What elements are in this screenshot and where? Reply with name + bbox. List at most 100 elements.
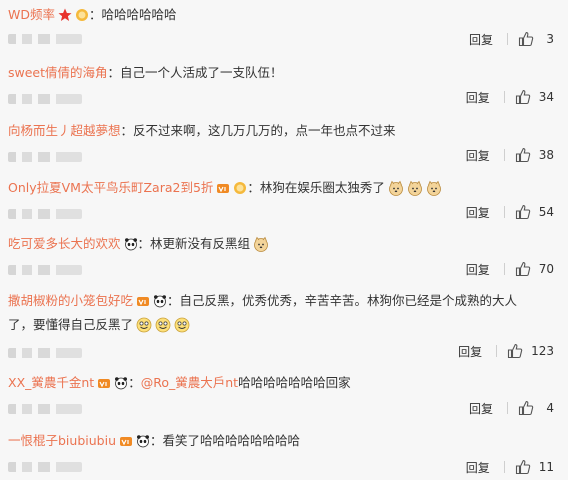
divider	[503, 263, 505, 275]
comment-actions: 回复 34	[466, 88, 554, 106]
blurred-timestamp	[8, 404, 82, 414]
divider	[503, 149, 505, 161]
doge-emoji-icon	[408, 180, 422, 196]
comment-meta	[8, 150, 82, 164]
reply-button[interactable]: 回复	[469, 31, 493, 48]
comment-meta	[8, 460, 82, 474]
star-badge-icon	[58, 8, 72, 21]
vip-badge-icon	[98, 379, 111, 388]
comment-text: 看笑了哈哈哈哈哈哈哈哈	[162, 433, 301, 448]
doge-emoji-icon	[427, 180, 441, 196]
username-link[interactable]: WD频率	[8, 4, 55, 26]
vip-badge-icon	[137, 297, 150, 306]
divider	[503, 461, 505, 473]
comment-meta	[8, 32, 82, 46]
comment-text-continued: 了，要懂得自己反黑了	[8, 317, 134, 332]
thumbs-up-icon[interactable]	[515, 147, 531, 163]
comment-meta	[8, 346, 82, 360]
username-link[interactable]: 向杨而生丿超越夢想	[8, 120, 121, 142]
blurred-timestamp	[8, 462, 82, 472]
comment-line: 吃可爱多长大的欢欢 ： 林更新没有反黑组	[8, 233, 269, 255]
blurred-timestamp	[8, 34, 82, 44]
reply-button[interactable]: 回复	[466, 459, 490, 476]
blurred-timestamp	[8, 209, 82, 219]
comment-actions: 回复 4	[469, 399, 554, 417]
username-link[interactable]: XX_黉農千金nt	[8, 372, 94, 394]
thumbs-up-icon[interactable]	[515, 261, 531, 277]
thumbs-up-icon[interactable]	[515, 204, 531, 220]
grin-emoji-icon	[174, 317, 190, 333]
separator: ：	[167, 293, 180, 308]
grin-emoji-icon	[155, 317, 171, 333]
panda-badge-icon	[124, 238, 137, 251]
separator: ：	[150, 433, 163, 448]
username-link[interactable]: 吃可爱多长大的欢欢	[8, 233, 121, 255]
comment-actions: 回复 38	[466, 146, 554, 164]
divider	[503, 206, 505, 218]
like-count: 123	[531, 344, 554, 358]
like-count: 4	[546, 401, 554, 415]
medal-badge-icon	[76, 9, 88, 21]
separator: ：	[107, 65, 121, 80]
like-count: 54	[538, 205, 554, 219]
like-count: 3	[546, 32, 554, 46]
comment-text: 哈哈哈哈哈哈	[101, 7, 177, 22]
comment-text: 自己一个人活成了一支队伍！	[120, 65, 283, 80]
divider	[507, 402, 508, 414]
comment-actions: 回复 70	[466, 260, 554, 278]
reply-button[interactable]: 回复	[466, 89, 490, 106]
comment-line: 一恨棍子biubiubiu ： 看笑了哈哈哈哈哈哈哈哈	[8, 430, 300, 452]
vip-badge-icon	[217, 184, 230, 193]
doge-emoji-icon	[254, 236, 268, 252]
panda-badge-icon	[115, 377, 128, 390]
like-count: 38	[538, 148, 554, 162]
comment-meta	[8, 92, 82, 106]
comment-line: XX_黉農千金nt ： @Ro_黉農大戶nt 哈哈哈哈哈哈哈回家	[8, 372, 351, 394]
comment-line: Only拉夏VM太平鸟乐町Zara2到5折 ： 林狗在娱乐圈太独秀了	[8, 177, 442, 199]
divider	[507, 33, 508, 45]
doge-emoji-icon	[389, 180, 403, 196]
reply-button[interactable]: 回复	[466, 261, 490, 278]
divider	[496, 345, 498, 357]
thumbs-up-icon[interactable]	[515, 459, 531, 475]
comment-text: 林狗在娱乐圈太独秀了	[259, 180, 385, 195]
panda-badge-icon	[137, 435, 149, 448]
blurred-timestamp	[8, 348, 82, 358]
reply-button[interactable]: 回复	[466, 147, 490, 164]
thumbs-up-icon[interactable]	[515, 89, 531, 105]
comment-actions: 回复 123	[458, 342, 554, 360]
comment-text: 反不过来啊，这几万几万的，点一年也点不过来	[133, 123, 396, 138]
username-link[interactable]: 撒胡椒粉的小笼包好吃	[8, 290, 133, 312]
comment-text: 自己反黑，优秀优秀，辛苦辛苦。林狗你已经是个成熟的大人	[179, 293, 518, 308]
mention-link[interactable]: @Ro_黉農大戶nt	[141, 372, 238, 394]
reply-button[interactable]: 回复	[469, 400, 493, 417]
comment-line: sweet倩倩的海角 ： 自己一个人活成了一支队伍！	[8, 62, 283, 84]
comment-actions: 回复 11	[466, 458, 554, 476]
thumbs-up-icon[interactable]	[518, 400, 534, 416]
username-link[interactable]: 一恨棍子biubiubiu	[8, 430, 116, 452]
blurred-timestamp	[8, 265, 82, 275]
like-count: 34	[538, 90, 554, 104]
grin-emoji-icon	[136, 317, 152, 333]
comment-line-2: 了，要懂得自己反黑了	[8, 316, 190, 334]
divider	[503, 91, 505, 103]
username-link[interactable]: sweet倩倩的海角	[8, 62, 108, 84]
reply-button[interactable]: 回复	[466, 204, 490, 221]
blurred-timestamp	[8, 152, 82, 162]
thumbs-up-icon[interactable]	[507, 343, 523, 359]
separator: ：	[89, 7, 102, 22]
comment-list: WD频率 ： 哈哈哈哈哈哈 回复 3 sweet倩倩的海角 ： 自己一个人活成了…	[0, 0, 568, 480]
comment-meta	[8, 207, 82, 221]
reply-button[interactable]: 回复	[458, 343, 482, 360]
vip-badge-icon	[120, 437, 132, 446]
comment-line: 撒胡椒粉的小笼包好吃 ： 自己反黑，优秀优秀，辛苦辛苦。林狗你已经是个成熟的大人	[8, 290, 517, 312]
comment-line: WD频率 ： 哈哈哈哈哈哈	[8, 4, 177, 26]
comment-line: 向杨而生丿超越夢想 ： 反不过来啊，这几万几万的，点一年也点不过来	[8, 120, 396, 142]
thumbs-up-icon[interactable]	[518, 31, 534, 47]
comment-meta	[8, 263, 82, 277]
like-count: 70	[538, 262, 554, 276]
comment-actions: 回复 54	[466, 203, 554, 221]
username-link[interactable]: Only拉夏VM太平鸟乐町Zara2到5折	[8, 177, 213, 199]
comment-meta	[8, 402, 82, 416]
separator: ：	[128, 375, 141, 390]
